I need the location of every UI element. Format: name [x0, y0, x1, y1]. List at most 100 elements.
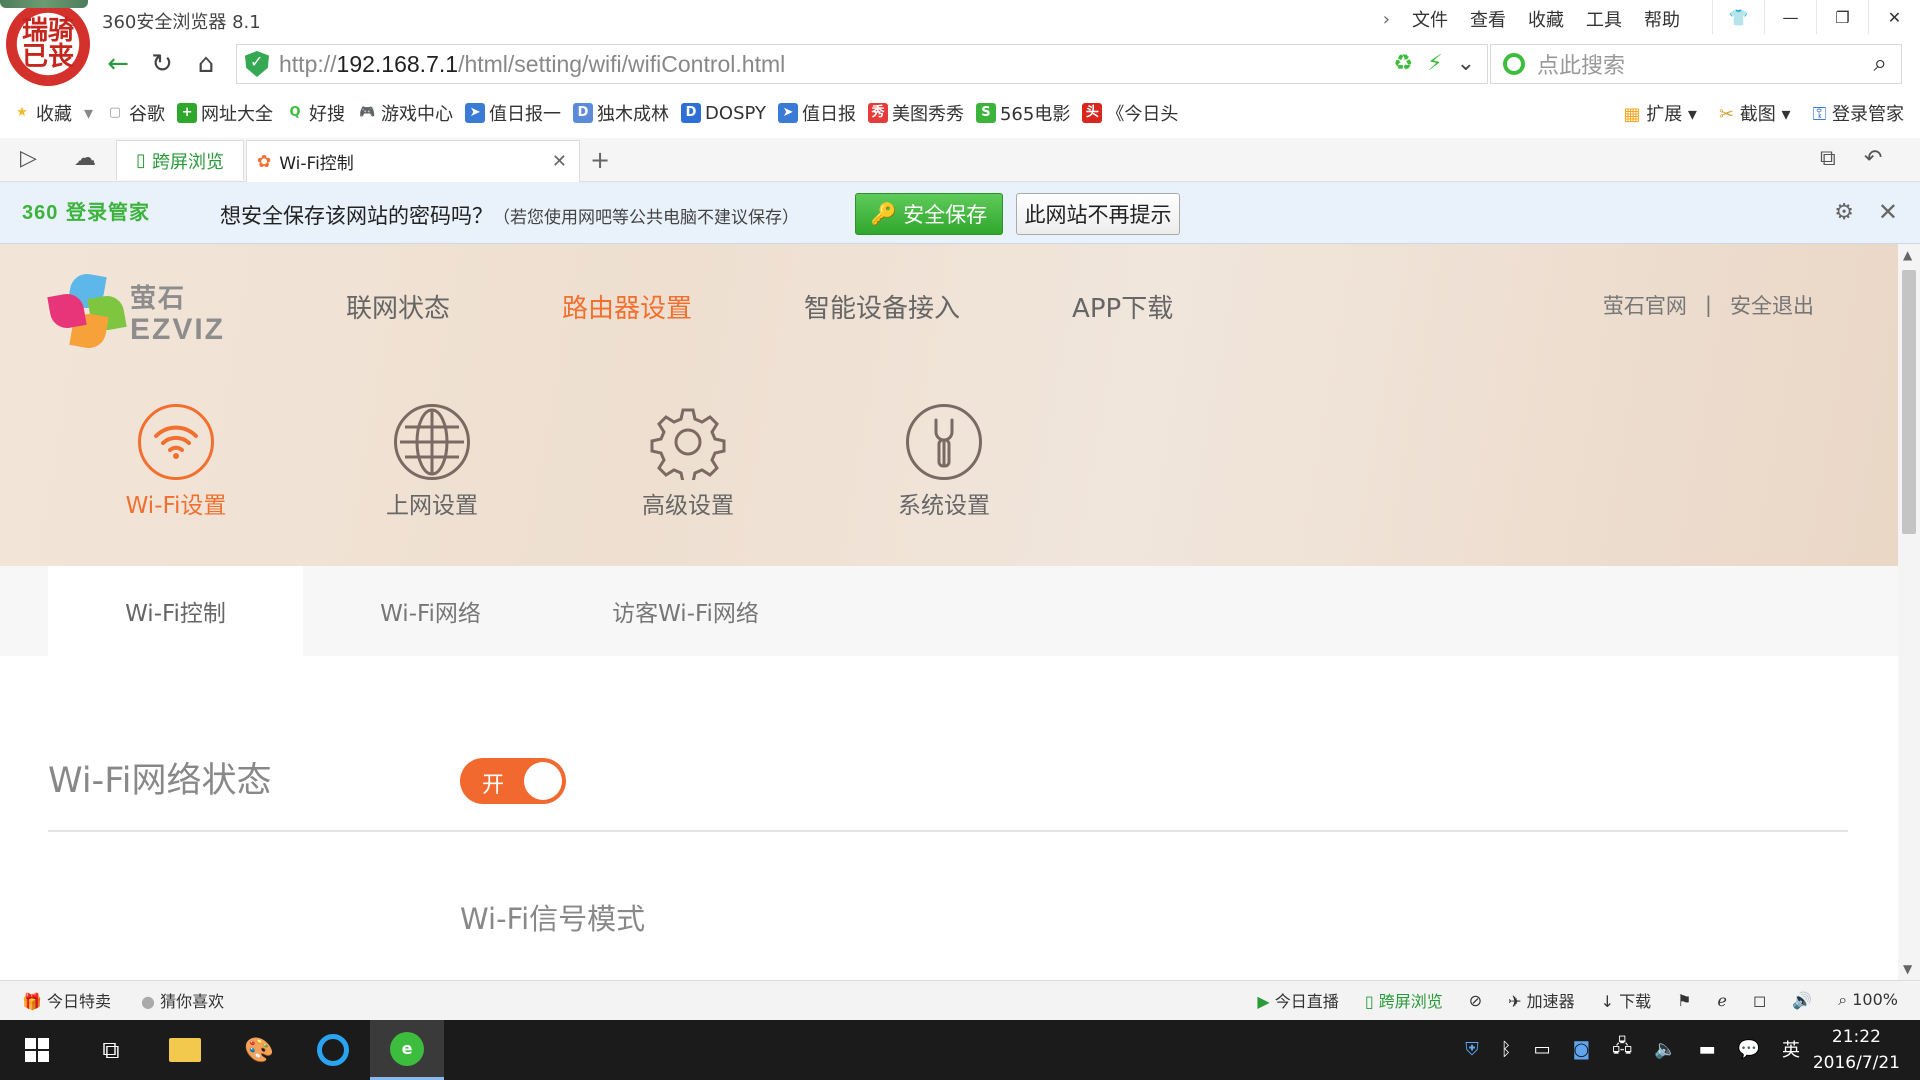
- tab-active[interactable]: ✿ Wi-Fi控制 ✕: [246, 140, 580, 182]
- bookmark-item[interactable]: ★收藏▾: [12, 100, 93, 126]
- chevron-right-icon[interactable]: ›: [1383, 9, 1390, 30]
- menu-help[interactable]: 帮助: [1644, 6, 1680, 32]
- sound-icon[interactable]: 🔊: [1792, 991, 1812, 1010]
- 360-browser-taskbar-icon[interactable]: e: [370, 1020, 444, 1080]
- window-icon[interactable]: ◻: [1753, 991, 1766, 1010]
- search-input[interactable]: 点此搜索: [1537, 48, 1625, 80]
- menu-file[interactable]: 文件: [1412, 6, 1448, 32]
- status-accelerator[interactable]: ✈ 加速器: [1508, 988, 1575, 1012]
- minimize-button[interactable]: —: [1764, 0, 1816, 34]
- sidebar-toggle-icon[interactable]: ▷: [20, 146, 37, 171]
- nav-app-download[interactable]: APP下载: [1072, 288, 1173, 325]
- nav-smart-devices[interactable]: 智能设备接入: [804, 288, 960, 325]
- chevron-down-icon[interactable]: ▾: [84, 103, 93, 124]
- scroll-up-icon[interactable]: ▲: [1903, 248, 1912, 262]
- bookmark-item[interactable]: 秀美图秀秀: [868, 100, 964, 126]
- category-wifi[interactable]: Wi-Fi设置: [86, 404, 266, 520]
- nav-network-status[interactable]: 联网状态: [346, 288, 450, 325]
- bluetooth-icon[interactable]: ᛒ: [1501, 1039, 1512, 1060]
- never-prompt-button[interactable]: 此网站不再提示: [1016, 193, 1180, 235]
- lightning-icon[interactable]: ⚡: [1427, 51, 1442, 76]
- bookmark-item[interactable]: 头《今日头: [1082, 100, 1178, 126]
- wifi-toggle[interactable]: 开: [460, 758, 566, 804]
- bookmark-item[interactable]: ➤值日报一: [465, 100, 561, 126]
- bookmark-item[interactable]: +网址大全: [177, 100, 273, 126]
- task-view-icon[interactable]: ⧉: [74, 1020, 148, 1080]
- subtab-wifi-network[interactable]: Wi-Fi网络: [303, 566, 558, 656]
- bookmark-item[interactable]: ▢谷歌: [105, 100, 165, 126]
- gear-icon: [650, 404, 726, 480]
- flag-icon[interactable]: ⚑: [1677, 991, 1691, 1010]
- battery-icon[interactable]: ▭: [1534, 1039, 1551, 1060]
- search-engine-icon[interactable]: [1503, 53, 1525, 75]
- scroll-down-icon[interactable]: ▼: [1903, 962, 1912, 976]
- status-live[interactable]: ▶ 今日直播: [1257, 988, 1338, 1012]
- category-advanced[interactable]: 高级设置: [598, 404, 778, 520]
- ie-icon[interactable]: ℯ: [1718, 991, 1727, 1010]
- bookmark-item[interactable]: 🎮游戏中心: [357, 100, 453, 126]
- subtab-guest-wifi[interactable]: 访客Wi-Fi网络: [558, 566, 813, 656]
- display-icon[interactable]: ▬: [1699, 1039, 1716, 1060]
- bookmark-label: 值日报一: [489, 100, 561, 126]
- network-icon[interactable]: 🖧: [1612, 1034, 1632, 1064]
- start-button[interactable]: [0, 1020, 74, 1080]
- save-password-button[interactable]: 🔑安全保存: [855, 193, 1003, 235]
- paint-icon[interactable]: 🎨: [222, 1020, 296, 1080]
- cloud-icon[interactable]: ☁: [74, 146, 96, 171]
- toolbar-screenshot[interactable]: ✂ 截图 ▾: [1719, 100, 1791, 126]
- back-button[interactable]: ←: [98, 44, 138, 84]
- scroll-thumb[interactable]: [1902, 270, 1916, 534]
- notification-icon[interactable]: 💬: [1738, 1039, 1760, 1060]
- bookmark-item[interactable]: S565电影: [976, 100, 1070, 126]
- zoom-control[interactable]: ⌕ 100%: [1838, 990, 1898, 1010]
- logout-link[interactable]: 安全退出: [1730, 290, 1814, 320]
- ime-indicator[interactable]: 英: [1782, 1036, 1800, 1062]
- shield-tray-icon[interactable]: ⛨: [1465, 1039, 1479, 1060]
- address-bar[interactable]: http://192.168.7.1/html/setting/wifi/wif…: [236, 44, 1488, 84]
- new-tab-button[interactable]: +: [590, 146, 610, 174]
- gear-icon[interactable]: ⚙: [1834, 200, 1854, 225]
- status-download[interactable]: ↓ 下载: [1601, 988, 1652, 1012]
- toolbar-extension[interactable]: ▦ 扩展 ▾: [1623, 100, 1697, 126]
- dropdown-icon[interactable]: ⌄: [1457, 51, 1475, 76]
- qq-browser-icon[interactable]: [296, 1020, 370, 1080]
- recycle-icon[interactable]: ♻: [1393, 51, 1413, 76]
- search-box[interactable]: 点此搜索 ⌕: [1490, 44, 1902, 84]
- undo-icon[interactable]: ↶: [1864, 146, 1882, 171]
- tray-app-icon[interactable]: ◙: [1573, 1039, 1590, 1060]
- security-shield-icon[interactable]: [245, 51, 269, 77]
- menu-favorites[interactable]: 收藏: [1528, 6, 1564, 32]
- clock[interactable]: 21:22 2016/7/21: [1813, 1024, 1900, 1076]
- tab-split-view[interactable]: ▯ 跨屏浏览: [116, 140, 244, 180]
- category-system[interactable]: 系统设置: [854, 404, 1034, 520]
- page-scrollbar[interactable]: ▲ ▼: [1898, 244, 1920, 980]
- home-button[interactable]: ⌂: [186, 44, 226, 84]
- subtab-wifi-control[interactable]: Wi-Fi控制: [48, 566, 303, 656]
- refresh-button[interactable]: ↻: [142, 44, 182, 84]
- status-deals[interactable]: 🎁 今日特卖: [22, 988, 111, 1012]
- status-speed-icon[interactable]: ⊘: [1469, 991, 1482, 1010]
- nav-router-settings[interactable]: 路由器设置: [562, 288, 692, 325]
- menu-tools[interactable]: 工具: [1586, 6, 1622, 32]
- status-recommend[interactable]: ● 猜你喜欢: [141, 988, 224, 1012]
- close-icon[interactable]: ✕: [1878, 198, 1898, 226]
- restore-button[interactable]: ❐: [1816, 0, 1868, 34]
- close-button[interactable]: ✕: [1868, 0, 1920, 34]
- restore-tab-icon[interactable]: ⧉: [1820, 146, 1836, 171]
- bookmark-item[interactable]: DDOSPY: [681, 103, 766, 124]
- bookmark-item[interactable]: D独木成林: [573, 100, 669, 126]
- volume-icon[interactable]: 🔈: [1654, 1039, 1676, 1060]
- toolbar-login-manager[interactable]: ⚿ 登录管家: [1813, 100, 1904, 126]
- bookmark-item[interactable]: Q好搜: [285, 100, 345, 126]
- category-internet[interactable]: 上网设置: [342, 404, 522, 520]
- bookmark-item[interactable]: ➤值日报: [778, 100, 856, 126]
- skin-icon[interactable]: 👕: [1712, 0, 1764, 34]
- official-site-link[interactable]: 萤石官网: [1603, 290, 1687, 320]
- search-icon[interactable]: ⌕: [1874, 49, 1887, 77]
- menu-view[interactable]: 查看: [1470, 6, 1506, 32]
- status-split-view[interactable]: ▯ 跨屏浏览: [1365, 988, 1443, 1012]
- url-text[interactable]: http://192.168.7.1/html/setting/wifi/wif…: [279, 51, 785, 78]
- browser-logo[interactable]: 瑞骑 已丧: [6, 2, 90, 86]
- file-explorer-icon[interactable]: [148, 1020, 222, 1080]
- tab-close-icon[interactable]: ✕: [552, 151, 567, 172]
